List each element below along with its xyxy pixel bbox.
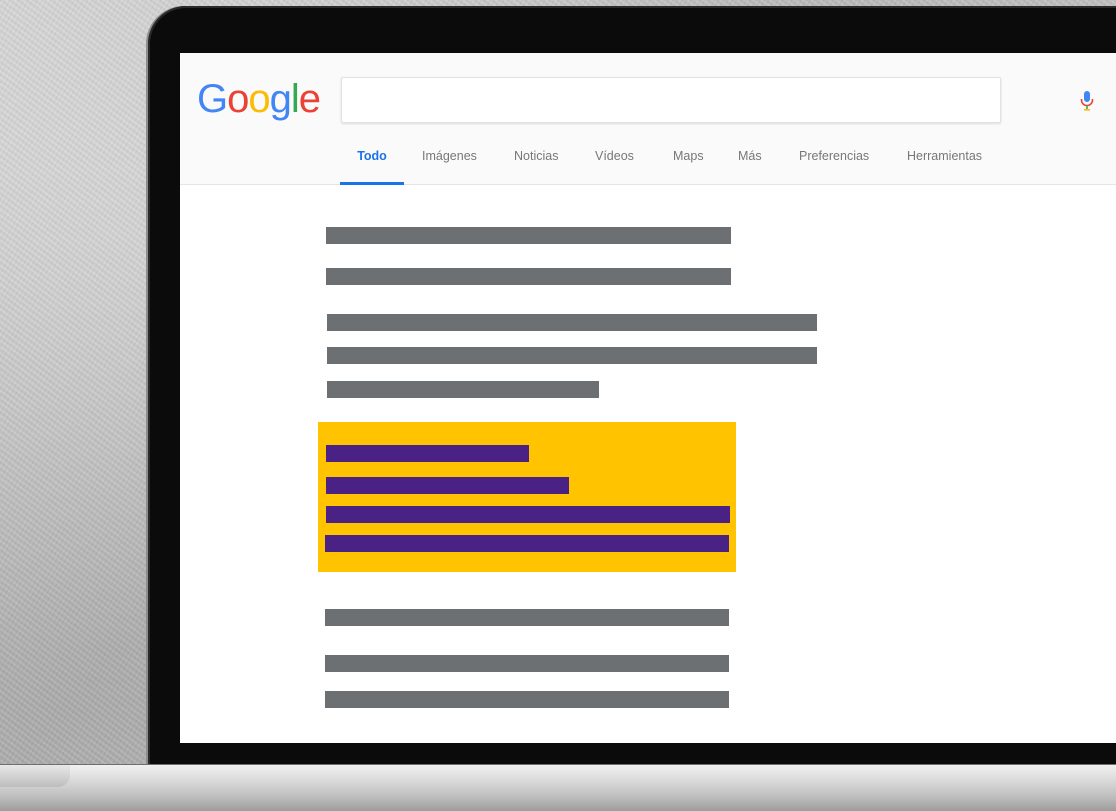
result-placeholder-line [327,381,599,398]
result-placeholder-line [326,227,731,244]
result-placeholder-line [327,347,817,364]
mic-icon[interactable] [1079,90,1095,112]
result-placeholder-line [326,268,731,285]
laptop-base-notch [0,765,70,787]
tab-herramientas[interactable]: Herramientas [907,149,982,182]
tab-preferencias[interactable]: Preferencias [799,149,869,182]
laptop-base [0,765,1116,811]
featured-snippet-line [326,445,529,462]
tab-noticias[interactable]: Noticias [514,149,558,182]
search-box[interactable] [341,77,1094,123]
result-placeholder-line [325,655,729,672]
tab-imagenes[interactable]: Imágenes [422,149,477,182]
tab-maps[interactable]: Maps [673,149,704,182]
logo-letter: l [290,77,300,121]
logo-letter: G [197,77,228,121]
result-placeholder-line [325,609,729,626]
featured-snippet-line [326,477,569,494]
google-logo[interactable]: Google [197,77,321,122]
result-placeholder-line [327,314,817,331]
laptop-screen: Google Todo Imágenes Noticias Vídeos Map… [180,53,1116,743]
logo-letter: e [298,77,321,121]
logo-letter: o [227,77,249,121]
search-input[interactable] [354,88,918,114]
result-placeholder-line [325,691,729,708]
tab-mas[interactable]: Más [738,149,762,182]
search-header: Google Todo Imágenes Noticias Vídeos Map… [180,53,1116,185]
logo-letter: o [248,77,270,121]
tab-todo[interactable]: Todo [340,149,404,185]
featured-snippet-line [326,506,730,523]
tab-videos[interactable]: Vídeos [595,149,634,182]
logo-letter: g [269,77,292,121]
featured-snippet-line [325,535,729,552]
